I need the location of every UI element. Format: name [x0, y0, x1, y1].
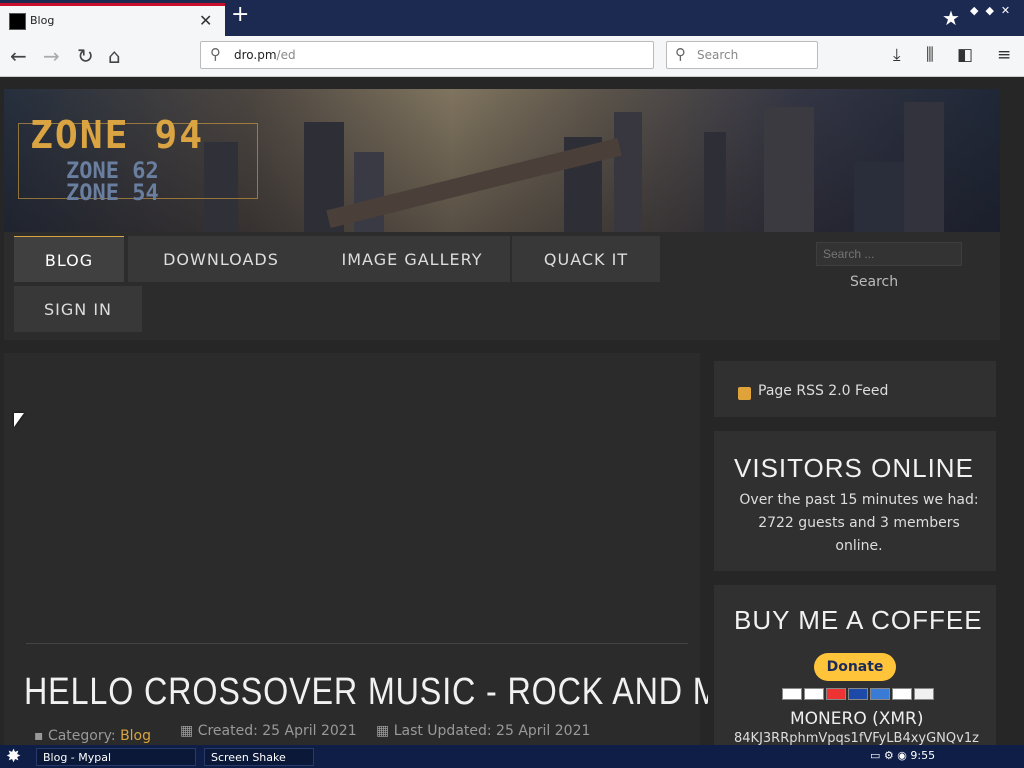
menu-icon[interactable]: ≡: [997, 45, 1011, 65]
donate-button[interactable]: Donate: [814, 653, 896, 681]
category-link[interactable]: Blog: [120, 728, 151, 744]
url-text: dro.pm/ed: [234, 48, 296, 62]
visitors-text: Over the past 15 minutes we had: 2722 gu…: [739, 492, 979, 554]
library-icon[interactable]: ⫼: [926, 45, 934, 65]
created-date: Created: 25 April 2021: [197, 723, 357, 739]
taskbar: ✸ Blog - Mypal Screen Shake ▭ ⚙ ◉ 9:55: [0, 745, 1024, 768]
search-icon: ⚲: [675, 45, 686, 63]
tab-title: Blog: [30, 14, 55, 27]
article-created: ▦ Created: 25 April 2021: [180, 723, 357, 739]
category-label: Category:: [47, 728, 116, 744]
logo-subtitle: ZONE 54: [66, 181, 159, 206]
header-banner: ZONE 94 ZONE 62 ZONE 54: [4, 89, 1000, 232]
url-bar[interactable]: ⚲ dro.pm/ed: [200, 41, 654, 69]
browser-search-input[interactable]: ⚲ Search: [666, 41, 818, 69]
updated-date: Last Updated: 25 April 2021: [393, 723, 591, 739]
forward-button[interactable]: →: [43, 44, 60, 68]
star-icon[interactable]: ★: [942, 6, 960, 30]
tray-icons[interactable]: ▭ ⚙ ◉: [870, 749, 907, 762]
monero-label: MONERO (XMR): [790, 709, 924, 729]
system-tray: ▭ ⚙ ◉ 9:55: [870, 749, 935, 762]
menu-item-image-gallery[interactable]: IMAGE GALLERY: [314, 236, 510, 282]
site-search-input[interactable]: [816, 242, 962, 266]
close-tab-icon[interactable]: ✕: [199, 11, 212, 30]
reload-button[interactable]: ↻: [77, 44, 94, 68]
sidebar-toggle-icon[interactable]: ◧: [957, 45, 973, 65]
download-icon[interactable]: ⤓: [893, 45, 901, 65]
favicon-icon: [9, 13, 26, 30]
browser-tab[interactable]: Blog ✕: [0, 3, 225, 36]
taskbar-item-screen-shake[interactable]: Screen Shake: [204, 748, 314, 766]
sidebar: Page RSS 2.0 Feed VISITORS ONLINE Over t…: [708, 353, 1000, 745]
menu-item-blog[interactable]: BLOG: [14, 236, 124, 282]
divider: [26, 643, 688, 644]
back-button[interactable]: ←: [10, 44, 27, 68]
folder-icon: ▪: [34, 728, 44, 744]
monero-address: 84KJ3RRphmVpqs1fVFyLB4xyGNQv1z: [734, 731, 979, 745]
start-button[interactable]: ✸: [6, 746, 21, 767]
payment-cards: [782, 685, 936, 700]
web-page: ZONE 94 ZONE 62 ZONE 54 BLOG DOWNLOADS I…: [0, 77, 1024, 745]
menu-item-downloads[interactable]: DOWNLOADS: [128, 236, 314, 282]
taskbar-item-blog[interactable]: Blog - Mypal: [36, 748, 196, 766]
search-icon: ⚲: [210, 45, 221, 63]
coffee-title: BUY ME A COFFEE: [734, 605, 983, 635]
site-search-button[interactable]: Search: [850, 274, 898, 290]
article-updated: ▦ Last Updated: 25 April 2021: [376, 723, 590, 739]
menu-item-sign-in[interactable]: SIGN IN: [14, 286, 142, 332]
visitors-widget: VISITORS ONLINE Over the past 15 minutes…: [714, 431, 996, 571]
rss-widget: Page RSS 2.0 Feed: [714, 361, 996, 417]
coffee-widget: BUY ME A COFFEE Donate MONERO (XMR) 84KJ…: [714, 585, 996, 745]
new-tab-button[interactable]: +: [231, 2, 249, 27]
home-button[interactable]: ⌂: [108, 44, 121, 68]
menu-item-quack-it[interactable]: QUACK IT: [512, 236, 660, 282]
discover-icon: [892, 688, 912, 700]
card-icon: [914, 688, 934, 700]
mouse-cursor-icon: [14, 413, 24, 427]
main-menu: BLOG DOWNLOADS IMAGE GALLERY QUACK IT SI…: [4, 232, 1000, 340]
rss-feed-link[interactable]: Page RSS 2.0 Feed: [758, 383, 888, 399]
amex-icon: [870, 688, 890, 700]
search-placeholder: Search: [697, 48, 739, 62]
rss-icon: [738, 387, 751, 400]
clock: 9:55: [910, 749, 936, 762]
maestro-icon: [848, 688, 868, 700]
card-icon: [804, 688, 824, 700]
mastercard-icon: [826, 688, 846, 700]
visa-icon: [782, 688, 802, 700]
article-title[interactable]: HELLO CROSSOVER MUSIC - ROCK AND METAL: [24, 671, 802, 714]
article-category: ▪ Category: Blog: [34, 728, 151, 744]
visitors-title: VISITORS ONLINE: [734, 453, 974, 483]
calendar-icon: ▦: [180, 723, 194, 739]
calendar-icon: ▦: [376, 723, 390, 739]
window-controls[interactable]: ◆◆✕: [970, 4, 1017, 17]
site-logo[interactable]: ZONE 94: [30, 113, 204, 157]
